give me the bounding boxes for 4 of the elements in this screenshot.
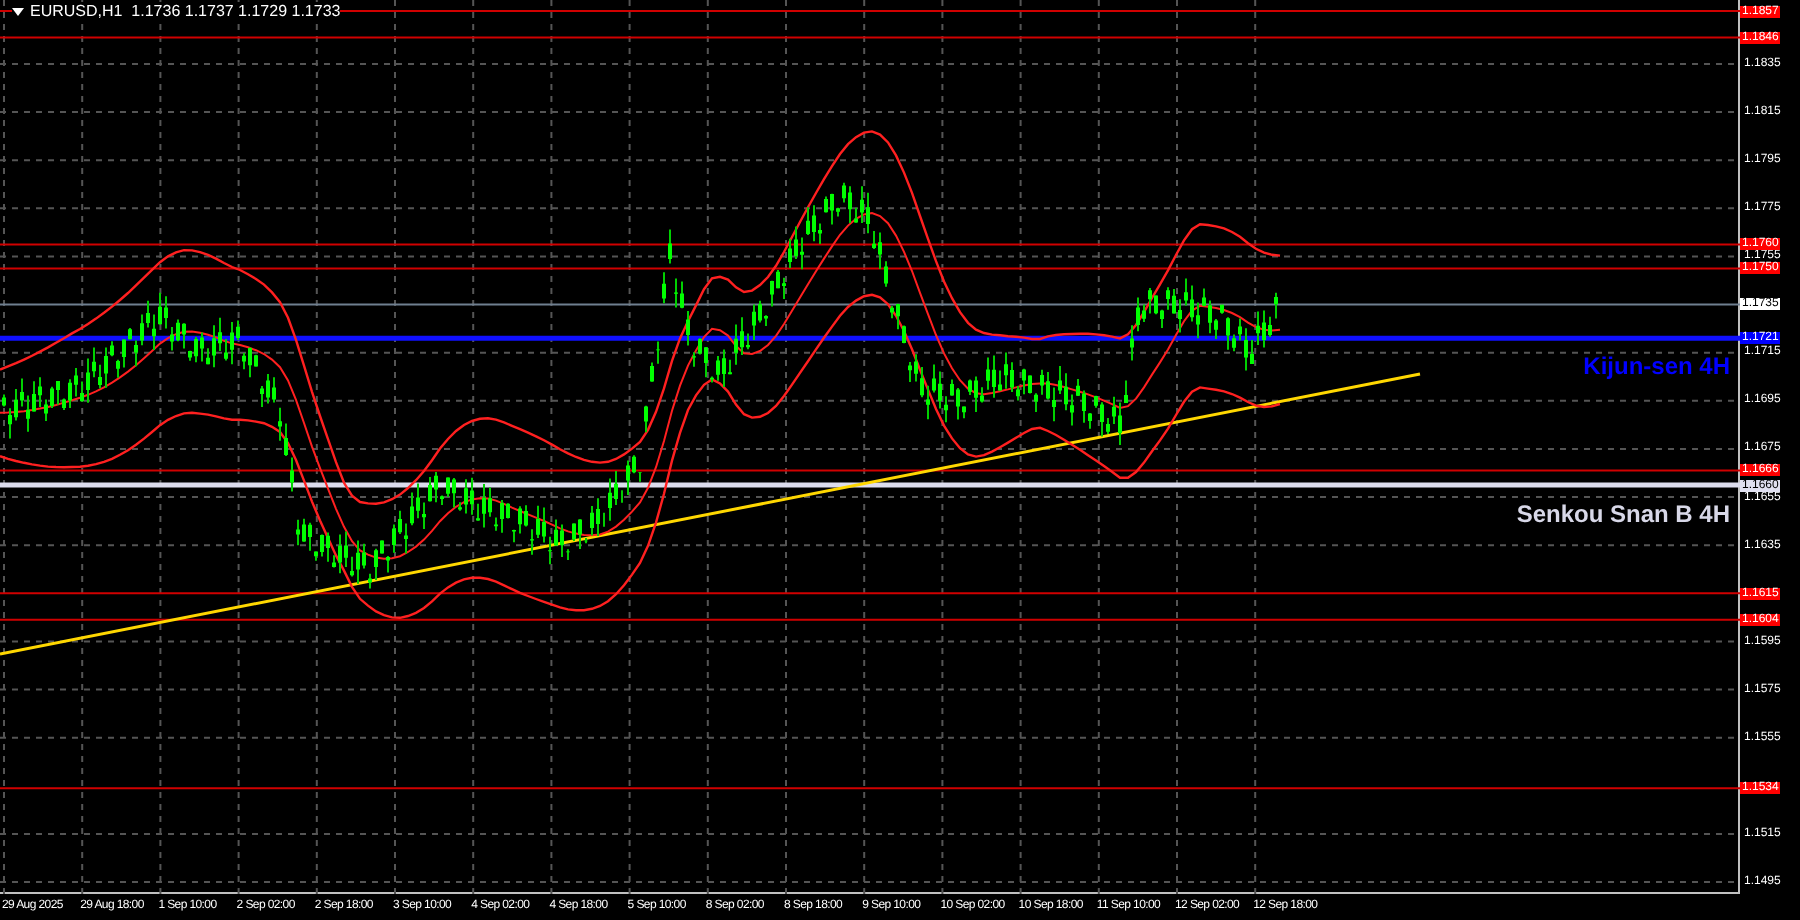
dropdown-triangle-icon[interactable] — [12, 8, 24, 16]
indicator-caption: Senkou Snan B 4H — [1516, 499, 1730, 528]
indicator-caption: Kijun-sen 4H — [1583, 352, 1730, 381]
chart-title: EURUSD,H1 1.1736 1.1737 1.1729 1.1733 — [30, 2, 341, 22]
